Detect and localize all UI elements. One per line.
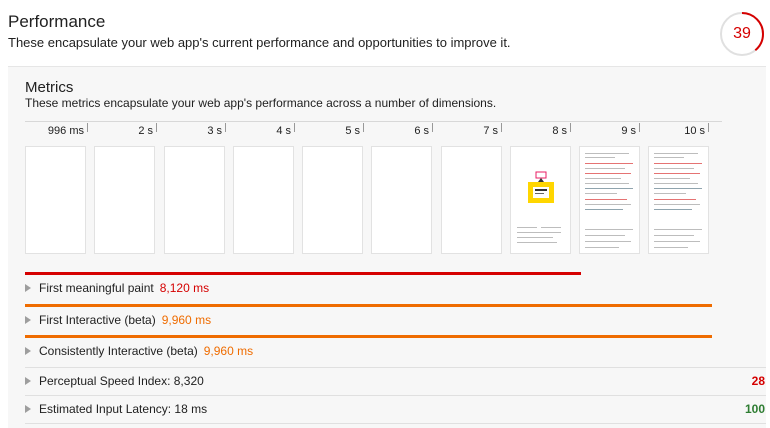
- timeline-tick: 4 s: [235, 122, 295, 140]
- filmstrip-frame: [164, 146, 225, 254]
- expand-arrow-icon[interactable]: [25, 315, 31, 324]
- timeline-tick: 5 s: [304, 122, 364, 140]
- filmstrip-frame: [648, 146, 709, 254]
- filmstrip-frame: [94, 146, 155, 254]
- timeline-tick: 996 ms: [28, 122, 88, 140]
- performance-description: These encapsulate your web app's current…: [8, 35, 511, 50]
- metric-value: 8,120 ms: [159, 281, 210, 295]
- metric-row-perceptual-speed-index[interactable]: Perceptual Speed Index: 8,320: [25, 368, 204, 394]
- metric-row-estimated-input-latency[interactable]: Estimated Input Latency: 18 ms: [25, 396, 207, 422]
- metric-row-first-meaningful-paint[interactable]: First meaningful paint 8,120 ms: [25, 275, 209, 301]
- metrics-title: Metrics: [25, 79, 74, 96]
- metric-score: 28: [751, 374, 765, 388]
- performance-score: 39: [733, 25, 751, 42]
- metrics-description: These metrics encapsulate your web app's…: [25, 96, 497, 110]
- row-divider: [25, 423, 766, 424]
- timeline-tick: 6 s: [373, 122, 433, 140]
- metric-label: First meaningful paint: [39, 281, 154, 295]
- metric-row-first-interactive[interactable]: First Interactive (beta) 9,960 ms: [25, 307, 211, 333]
- expand-arrow-icon[interactable]: [25, 404, 31, 413]
- filmstrip-frame: [579, 146, 640, 254]
- expand-arrow-icon[interactable]: [25, 283, 31, 292]
- filmstrip-frame: [371, 146, 432, 254]
- timeline-tick: 7 s: [442, 122, 502, 140]
- app-logo-image: [528, 171, 554, 203]
- metric-value: 9,960 ms: [161, 313, 212, 327]
- timeline-tick: 8 s: [511, 122, 571, 140]
- performance-title: Performance: [8, 12, 106, 31]
- metric-label: Consistently Interactive (beta): [39, 344, 198, 358]
- metric-row-consistently-interactive[interactable]: Consistently Interactive (beta) 9,960 ms: [25, 338, 253, 364]
- timeline-tick: 3 s: [166, 122, 226, 140]
- expand-arrow-icon[interactable]: [25, 376, 31, 385]
- timeline-tick: 2 s: [97, 122, 157, 140]
- filmstrip-frame: [233, 146, 294, 254]
- filmstrip-timeline: 996 ms 2 s 3 s 4 s 5 s 6 s 7 s 8 s 9 s 1…: [25, 121, 722, 141]
- metric-label: Perceptual Speed Index: 8,320: [39, 374, 204, 388]
- metric-label: Estimated Input Latency: 18 ms: [39, 402, 208, 416]
- timeline-tick: 9 s: [580, 122, 640, 140]
- expand-arrow-icon[interactable]: [25, 346, 31, 355]
- filmstrip-frame: [25, 146, 86, 254]
- filmstrip-frame: [302, 146, 363, 254]
- filmstrip-frame: [441, 146, 502, 254]
- metric-label: First Interactive (beta): [39, 313, 156, 327]
- timeline-tick: 10 s: [649, 122, 709, 140]
- metric-value: 9,960 ms: [203, 344, 254, 358]
- filmstrip-frame: [510, 146, 571, 254]
- metric-score: 100: [744, 402, 765, 416]
